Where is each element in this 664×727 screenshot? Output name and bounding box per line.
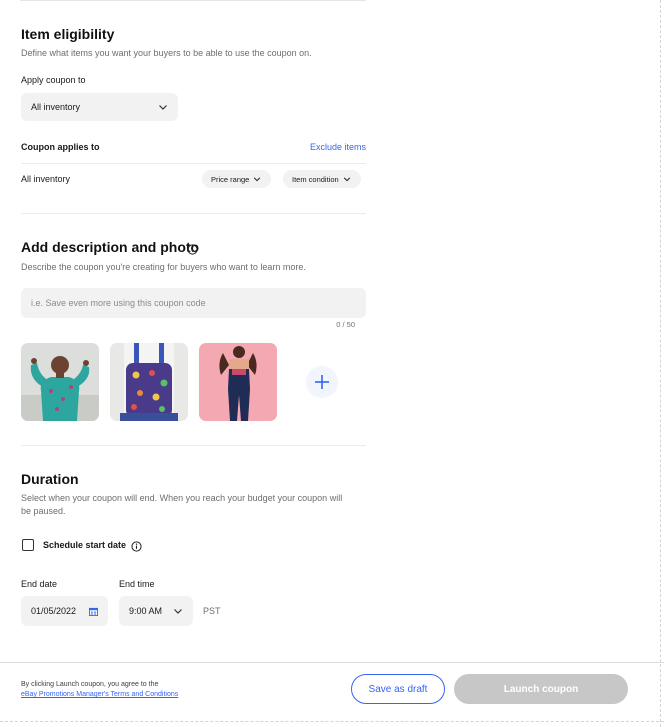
end-date-label: End date [21,579,58,589]
apply-coupon-label: Apply coupon to [21,75,86,85]
apply-coupon-value: All inventory [31,102,81,112]
coupon-applies-heading: Coupon applies to [21,142,100,152]
character-counter: 0 / 50 [336,320,355,329]
duration-description-line1: Select when your coupon will end. When y… [21,493,343,503]
info-icon[interactable] [131,539,142,552]
end-date-field[interactable]: 01/05/2022 [21,596,108,626]
schedule-start-date-label: Schedule start date [43,540,127,550]
info-icon[interactable] [187,242,198,255]
item-eligibility-description: Define what items you want your buyers t… [21,48,312,58]
section-divider-top [20,0,366,1]
photo-thumbnail-1[interactable] [21,343,99,421]
chevron-down-icon [173,606,183,616]
chevron-down-icon [342,174,352,184]
duration-title: Duration [21,471,79,487]
item-condition-filter[interactable]: Item condition [283,170,361,188]
apply-coupon-select[interactable]: All inventory [21,93,178,121]
chevron-down-icon [252,174,262,184]
plus-icon [315,375,329,389]
item-eligibility-title: Item eligibility [21,26,115,42]
section-divider [21,213,366,214]
duration-description-line2: be paused. [21,506,66,516]
applies-to-row-label: All inventory [21,174,71,184]
calendar-icon[interactable] [89,607,98,616]
schedule-start-date-checkbox[interactable] [22,539,34,551]
timezone-label: PST [203,606,221,616]
page-bottom-divider [0,721,664,722]
price-range-filter[interactable]: Price range [202,170,272,188]
divider [21,163,366,164]
photo-thumbnail-2[interactable] [110,343,188,421]
price-range-label: Price range [211,174,250,184]
section-divider [21,445,366,446]
end-time-label: End time [119,579,155,589]
agreement-text: By clicking Launch coupon, you agree to … [21,681,159,688]
coupon-description-input[interactable] [21,288,366,318]
description-photo-title: Add description and photo [21,239,200,255]
page-edge-divider [660,0,661,727]
add-photo-button[interactable] [306,366,338,398]
save-as-draft-button[interactable]: Save as draft [351,674,445,704]
terms-link[interactable]: eBay Promotions Manager's Terms and Cond… [21,690,178,700]
item-condition-label: Item condition [292,174,339,184]
footer-divider [0,662,664,663]
description-photo-subtext: Describe the coupon you're creating for … [21,262,306,272]
end-date-value: 01/05/2022 [31,606,77,616]
end-time-select[interactable]: 9:00 AM [119,596,193,626]
exclude-items-link[interactable]: Exclude items [310,142,366,152]
chevron-down-icon [158,102,168,112]
photo-thumbnail-3[interactable] [199,343,277,421]
launch-coupon-button[interactable]: Launch coupon [454,674,628,704]
footer-agreement: By clicking Launch coupon, you agree to … [21,680,178,700]
end-time-value: 9:00 AM [129,606,163,616]
